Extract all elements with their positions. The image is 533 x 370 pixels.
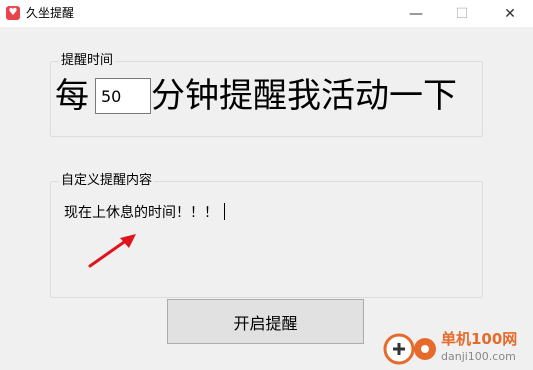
start-reminder-button[interactable]: 开启提醒 (167, 299, 364, 344)
custom-message-group-label: 自定义提醒内容 (59, 173, 155, 189)
watermark-site-name: 单机100网 (441, 330, 518, 348)
interval-prefix-text: 每 (55, 76, 89, 116)
custom-message-text: 现在上休息的时间！！！ (64, 205, 218, 221)
minutes-input[interactable] (95, 78, 151, 114)
window-title: 久坐提醒 (26, 6, 75, 20)
reminder-time-group: 提醒时间 每 分钟提醒我活动一下 (50, 53, 483, 137)
watermark-domain: danji100.com (441, 350, 516, 363)
text-caret (224, 203, 225, 220)
close-button[interactable]: ✕ (487, 0, 533, 27)
minimize-button[interactable]: — (393, 0, 439, 27)
annotation-arrow-icon (88, 234, 136, 268)
reminder-time-group-label: 提醒时间 (59, 53, 116, 69)
heart-icon: ♥ (6, 6, 20, 20)
custom-message-textarea[interactable]: 现在上休息的时间！！！ (64, 203, 225, 223)
watermark-logo-icon (383, 333, 436, 365)
maximize-button[interactable]: ☐ (439, 0, 485, 27)
watermark: 单机100网 danji100.com (382, 326, 533, 370)
title-bar: ♥ 久坐提醒 — ☐ ✕ (0, 0, 533, 27)
interval-suffix-text: 分钟提醒我活动一下 (151, 76, 457, 116)
